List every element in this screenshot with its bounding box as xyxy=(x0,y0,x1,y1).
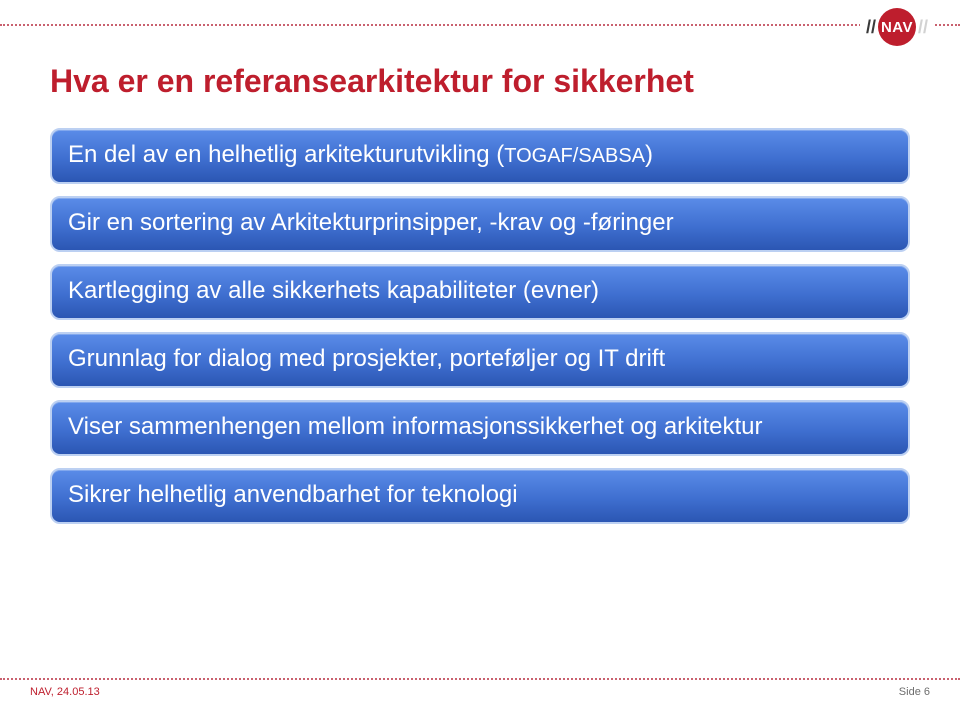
bullet-text: En del av en helhetlig arkitekturutvikli… xyxy=(68,141,504,168)
list-item: Grunnlag for dialog med prosjekter, port… xyxy=(50,332,910,388)
brand-logo: // NAV // xyxy=(860,8,934,46)
bullet-text: Gir en sortering av Arkitekturprinsipper… xyxy=(68,209,674,236)
top-divider xyxy=(0,24,960,26)
bullet-paren: TOGAF/SABSA xyxy=(504,145,645,167)
list-item: Viser sammenhengen mellom informasjonssi… xyxy=(50,400,910,456)
bullet-text: Kartlegging av alle sikkerhets kapabilit… xyxy=(68,277,599,304)
footer-brand: NAV, xyxy=(30,686,54,698)
footer-date: 24.05.13 xyxy=(57,686,100,698)
slide: // NAV // Hva er en referansearkitektur … xyxy=(0,0,960,706)
bullet-text: Grunnlag for dialog med prosjekter, port… xyxy=(68,345,665,372)
bullet-text: Sikrer helhetlig anvendbarhet for teknol… xyxy=(68,481,518,508)
list-item: Sikrer helhetlig anvendbarhet for teknol… xyxy=(50,468,910,524)
bullet-text: Viser sammenhengen mellom informasjonssi… xyxy=(68,413,763,440)
bullet-text-b: ) xyxy=(645,141,653,168)
page-title: Hva er en referansearkitektur for sikker… xyxy=(50,64,910,99)
bottom-divider xyxy=(0,678,960,680)
logo-slash-left: // xyxy=(866,17,876,38)
logo-slash-right: // xyxy=(918,17,928,38)
list-item: En del av en helhetlig arkitekturutvikli… xyxy=(50,128,910,184)
list-item: Gir en sortering av Arkitekturprinsipper… xyxy=(50,196,910,252)
logo-badge: NAV xyxy=(878,8,916,46)
list-item: Kartlegging av alle sikkerhets kapabilit… xyxy=(50,264,910,320)
footer-left: NAV, 24.05.13 xyxy=(30,686,100,698)
footer-page-number: Side 6 xyxy=(899,686,930,698)
bullet-list: En del av en helhetlig arkitekturutvikli… xyxy=(50,128,910,524)
